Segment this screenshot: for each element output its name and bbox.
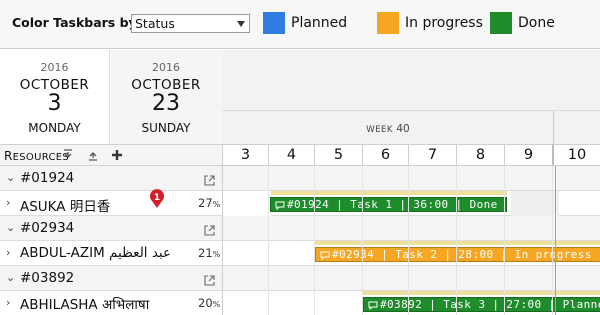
external-link-icon[interactable]	[204, 271, 215, 286]
group-row[interactable]: ⌄ #02934	[0, 216, 600, 241]
color-by-label: Color Taskbars by	[12, 15, 137, 30]
day-header: 4	[268, 144, 314, 166]
day-header: 6	[362, 144, 408, 166]
end-date-display[interactable]: 2016 OCTOBER 23 SUNDAY	[110, 50, 222, 144]
planned-swatch	[263, 12, 285, 34]
done-swatch	[490, 12, 512, 34]
resource-row[interactable]: › ABHILASHA अभिलाषा 20% #03892 | Task 3 …	[0, 291, 600, 315]
resource-name: ABDUL-AZIM عبد العظيم	[20, 245, 172, 261]
task-bar[interactable]: #02934 | Task 2 | 28:00 | In progress	[315, 247, 600, 262]
resource-row[interactable]: › ASUKA 明日香 1 27% #01924 | Task 1 | 36:0…	[0, 189, 600, 216]
expand-all-icon[interactable]	[86, 148, 100, 165]
chevron-down-icon	[237, 21, 245, 27]
group-row[interactable]: ⌄ #03892	[0, 266, 600, 291]
badge-count: 1	[154, 193, 160, 203]
start-date-display[interactable]: 2016 OCTOBER 3 MONDAY	[0, 50, 110, 144]
week-divider	[553, 111, 554, 145]
timeline-cells	[222, 216, 600, 241]
week-number: 40	[396, 123, 410, 135]
start-day: 3	[47, 91, 62, 116]
group-name: #02934	[20, 220, 75, 236]
day-gridline	[362, 166, 363, 315]
utilization-percent: 27%	[198, 196, 221, 210]
day-gridline	[314, 166, 315, 315]
task-bar-label: #03892 | Task 3 | 27:00 | Planned	[380, 298, 600, 311]
comment-icon	[320, 250, 330, 261]
end-weekday: SUNDAY	[141, 121, 191, 135]
day-gridline	[268, 166, 269, 315]
notification-badge[interactable]: 1	[149, 189, 165, 209]
timeline-cells: #01924 | Task 1 | 36:00 | Done	[222, 191, 600, 216]
task-bar[interactable]: #03892 | Task 3 | 27:00 | Planned	[363, 297, 600, 312]
in-progress-swatch	[377, 12, 399, 34]
group-name: #03892	[20, 270, 75, 286]
comment-icon	[275, 200, 285, 211]
allocation-strip	[271, 191, 507, 195]
chevron-down-icon[interactable]: ⌄	[6, 271, 15, 284]
resource-name: ASUKA 明日香	[20, 199, 111, 215]
day-gridline	[456, 166, 457, 315]
week-header: WEEK 40	[222, 111, 554, 145]
resources-label: RESOURCES	[4, 149, 69, 163]
day-header: 5	[314, 144, 362, 166]
end-day: 23	[152, 91, 180, 116]
timeline-cells	[222, 266, 600, 291]
resources-header: RESOURCES	[0, 144, 222, 166]
chevron-down-icon[interactable]: ⌄	[6, 171, 15, 184]
legend-done-label: Done	[518, 15, 555, 31]
color-by-select[interactable]: Status	[131, 14, 250, 33]
week-label: WEEK 40	[366, 123, 410, 135]
chevron-right-icon[interactable]: ›	[6, 246, 10, 259]
end-year: 2016	[152, 61, 180, 74]
utilization-percent: 21%	[198, 246, 221, 260]
task-bar-label: #01924 | Task 1 | 36:00 | Done	[287, 198, 498, 211]
day-header: 3	[222, 144, 268, 166]
day-header: 8	[456, 144, 504, 166]
legend-in-progress-label: In progress	[405, 15, 483, 31]
today-marker	[555, 166, 556, 315]
day-gridline	[504, 166, 505, 315]
allocation-strip	[363, 291, 600, 295]
timeline-cells: #03892 | Task 3 | 27:00 | Planned	[222, 291, 600, 315]
collapse-all-icon[interactable]	[61, 148, 75, 165]
day-header: 10	[552, 144, 600, 166]
task-bar[interactable]: #01924 | Task 1 | 36:00 | Done	[270, 197, 507, 212]
external-link-icon[interactable]	[204, 221, 215, 236]
resource-name: ABHILASHA अभिलाषा	[20, 297, 150, 313]
resource-row[interactable]: › ABDUL-AZIM عبد العظيم 21% #02934 | Tas…	[0, 241, 600, 266]
chevron-down-icon[interactable]: ⌄	[6, 221, 15, 234]
group-row[interactable]: ⌄ #01924	[0, 166, 600, 191]
start-year: 2016	[40, 61, 69, 74]
comment-icon	[368, 300, 378, 311]
utilization-percent: 20%	[198, 296, 221, 310]
timeline-cells: #02934 | Task 2 | 28:00 | In progress	[222, 241, 600, 266]
chevron-right-icon[interactable]: ›	[6, 296, 10, 309]
add-resource-icon[interactable]	[110, 148, 124, 165]
external-link-icon[interactable]	[204, 171, 215, 186]
toolbar: Color Taskbars by Status Planned In prog…	[0, 0, 600, 49]
day-gridline	[552, 166, 553, 315]
allocation-strip	[315, 241, 600, 245]
start-weekday: MONDAY	[28, 121, 81, 135]
timeline-header-top	[222, 50, 600, 111]
timeline-cells	[222, 166, 600, 191]
day-header: 9	[504, 144, 552, 166]
color-by-select-value: Status	[135, 16, 175, 31]
day-header: 7	[408, 144, 456, 166]
chevron-right-icon[interactable]: ›	[6, 196, 10, 209]
next-week-header	[554, 111, 600, 145]
legend-planned-label: Planned	[291, 15, 348, 31]
day-gridline	[408, 166, 409, 315]
group-name: #01924	[20, 170, 75, 186]
